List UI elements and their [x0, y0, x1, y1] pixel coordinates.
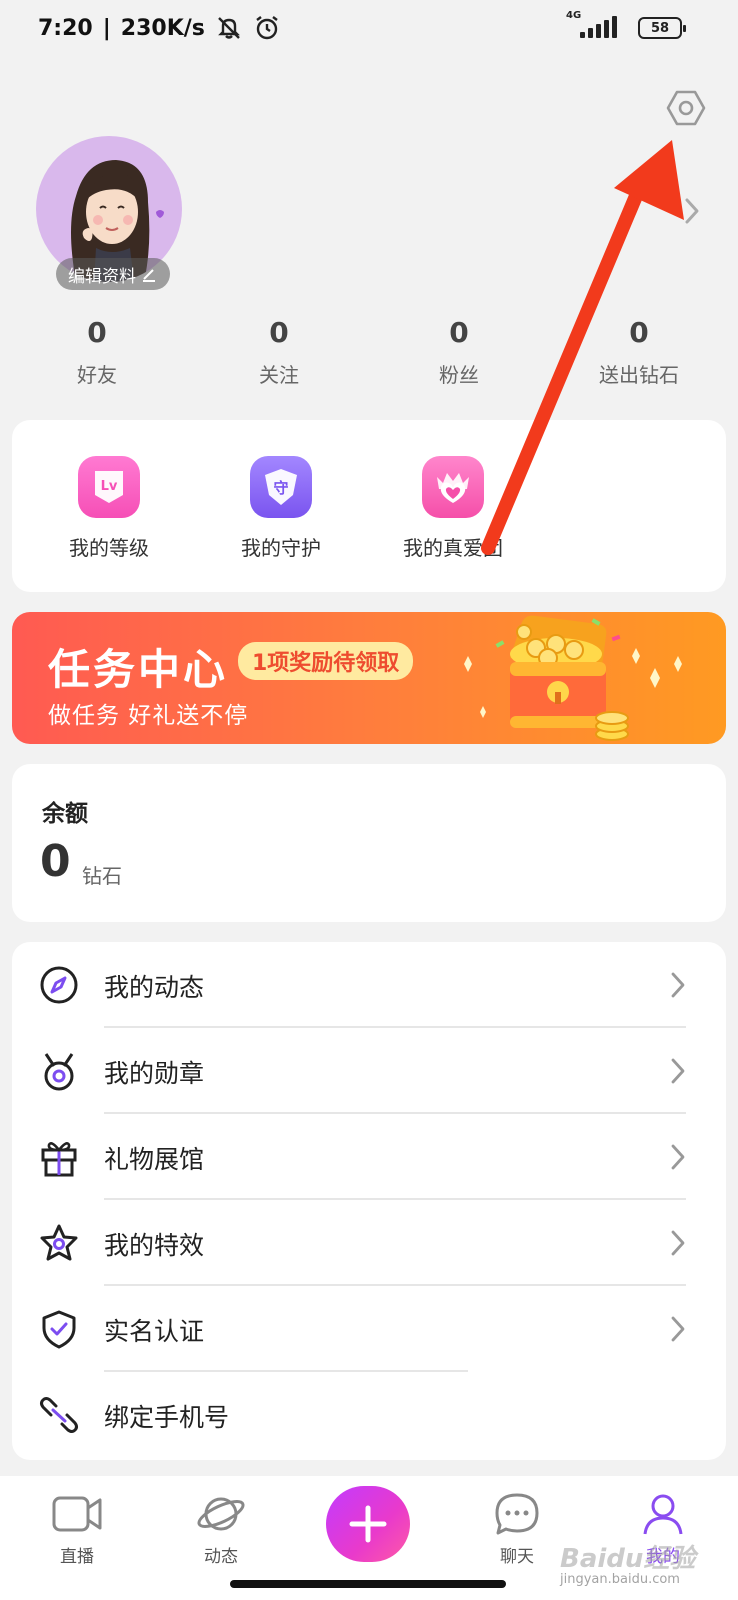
my-guard-button[interactable]: 守 我的守护	[216, 456, 346, 561]
battery-icon: 58	[638, 17, 686, 39]
stat-friends[interactable]: 0 好友	[22, 316, 172, 388]
chat-icon	[495, 1493, 539, 1535]
stat-diamonds-sent[interactable]: 0 送出钻石	[564, 316, 714, 388]
planet-icon	[197, 1497, 245, 1531]
menu-label: 礼物展馆	[104, 1145, 205, 1174]
status-separator: |	[102, 15, 111, 41]
balance-value: 0	[40, 836, 71, 887]
chevron-right-icon	[671, 1316, 685, 1342]
nav-label: 聊天	[500, 1547, 534, 1567]
profile-chevron-right-icon[interactable]	[684, 196, 700, 234]
nav-label: 直播	[60, 1547, 94, 1567]
status-time: 7:20	[38, 15, 93, 41]
task-reward-badge: 1项奖励待领取	[238, 642, 414, 680]
profile-stats: 0 好友 0 关注 0 粉丝 0 送出钻石	[0, 316, 738, 396]
battery-level: 58	[650, 20, 670, 36]
task-center-subtitle: 做任务 好礼送不停	[48, 703, 249, 729]
watermark-url: jingyan.baidu.com	[560, 1572, 680, 1587]
pencil-icon	[143, 269, 155, 282]
balance-unit: 钻石	[82, 864, 122, 888]
menu-bind-phone[interactable]: 绑定手机号	[12, 1372, 726, 1458]
stat-value: 0	[87, 316, 107, 349]
camera-icon	[52, 1496, 102, 1532]
menu-my-effects[interactable]: 我的特效	[12, 1200, 726, 1286]
chevron-right-icon	[671, 1058, 685, 1084]
quick-action-label: 我的真爱团	[403, 536, 503, 560]
svg-text:Lv: Lv	[101, 479, 118, 494]
status-bar: 7:20 | 230K/s 4G 58	[0, 0, 738, 64]
stat-value: 0	[269, 316, 289, 349]
my-true-love-button[interactable]: 我的真爱团	[388, 456, 518, 561]
star-icon	[40, 1224, 78, 1261]
menu-label: 我的动态	[104, 973, 205, 1002]
stat-following[interactable]: 0 关注	[204, 316, 354, 388]
network-speed: 230K/s	[120, 15, 205, 41]
gift-icon	[41, 1142, 77, 1177]
task-center-title: 任务中心	[48, 645, 229, 694]
nav-label: 动态	[204, 1547, 238, 1567]
stat-label: 粉丝	[439, 363, 479, 387]
settings-button[interactable]	[664, 86, 708, 130]
stat-label: 关注	[259, 363, 299, 387]
network-type: 4G	[566, 10, 582, 21]
watermark-brand: Baidu经验	[560, 1544, 696, 1574]
chevron-right-icon	[671, 1144, 685, 1170]
mute-bell-icon	[217, 17, 240, 39]
true-love-icon	[422, 456, 484, 518]
nav-chat[interactable]: 聊天	[467, 1492, 567, 1567]
level-icon: Lv	[78, 456, 140, 518]
svg-text:守: 守	[273, 479, 288, 497]
create-plus-button[interactable]	[326, 1486, 410, 1562]
treasure-chest-icon	[464, 615, 682, 741]
nav-live[interactable]: 直播	[27, 1492, 127, 1567]
my-level-button[interactable]: Lv 我的等级	[44, 456, 174, 561]
task-center-banner[interactable]: 任务中心 1项奖励待领取 做任务 好礼送不停	[12, 612, 726, 744]
menu-label: 实名认证	[104, 1317, 205, 1346]
stat-value: 0	[449, 316, 469, 349]
plus-icon	[349, 1505, 387, 1543]
nav-moments[interactable]: 动态	[171, 1492, 271, 1567]
chevron-right-icon	[671, 1230, 685, 1256]
compass-icon	[40, 966, 78, 1004]
stat-label: 好友	[77, 363, 117, 387]
menu-my-medals[interactable]: 我的勋章	[12, 1028, 726, 1114]
status-left: 7:20 | 230K/s	[38, 14, 281, 42]
menu-label: 绑定手机号	[104, 1403, 230, 1432]
menu-my-moments[interactable]: 我的动态	[12, 942, 726, 1028]
menu-label: 我的勋章	[104, 1059, 205, 1088]
chevron-right-icon	[671, 972, 685, 998]
signal-icon: 4G	[566, 10, 624, 40]
stat-value: 0	[629, 316, 649, 349]
quick-actions-card: Lv 我的等级 守 我的守护 我的真爱团	[12, 420, 726, 592]
quick-action-label: 我的守护	[241, 536, 321, 560]
edit-profile-label: 编辑资料	[68, 266, 136, 287]
menu-label: 我的特效	[104, 1231, 205, 1260]
link-icon	[40, 1397, 78, 1433]
balance-title: 余额	[42, 801, 88, 827]
status-right: 4G 58	[566, 10, 686, 40]
stat-label: 送出钻石	[599, 363, 679, 387]
menu-gift-gallery[interactable]: 礼物展馆	[12, 1114, 726, 1200]
home-indicator[interactable]	[230, 1580, 506, 1588]
medal-icon	[44, 1053, 74, 1091]
edit-profile-button[interactable]: 编辑资料	[56, 258, 170, 290]
guard-icon: 守	[250, 456, 312, 518]
shield-check-icon	[42, 1310, 76, 1349]
balance-card[interactable]: 余额 0 钻石	[12, 764, 726, 922]
settings-hexagon-icon	[666, 90, 706, 126]
menu-card: 我的动态 我的勋章 礼物展馆 我的特效 实名认证 绑定手机号	[12, 942, 726, 1460]
menu-real-name-verification[interactable]: 实名认证	[12, 1286, 726, 1372]
quick-action-label: 我的等级	[69, 536, 149, 560]
stat-fans[interactable]: 0 粉丝	[384, 316, 534, 388]
person-icon	[643, 1494, 683, 1535]
alarm-icon	[256, 16, 278, 40]
